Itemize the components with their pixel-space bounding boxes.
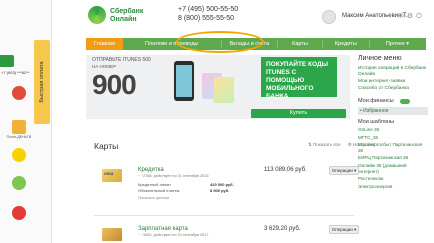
- template-item[interactable]: OnLine 36: [358, 127, 428, 133]
- link-history[interactable]: История операций в Сбербанк Онлайн: [358, 66, 428, 78]
- kv-label: Кредитный лимит: [138, 182, 171, 187]
- nav-item-credits[interactable]: Кредиты: [323, 38, 369, 50]
- banner-number: 900: [92, 69, 137, 100]
- card-operations-button[interactable]: Операции ▾: [329, 225, 359, 234]
- left-rail: +7 (903) ***62** Почта ДЕНЬГИ Быстрая оп…: [0, 0, 52, 243]
- banner-promo-text: ПОКУПАЙТЕ КОДЫ ITUNES С ПОМОЩЬЮ МОБИЛЬНО…: [261, 57, 337, 100]
- sberbank-logo-icon[interactable]: [88, 6, 106, 24]
- template-item[interactable]: МГТС_36: [358, 135, 428, 141]
- logo-text[interactable]: Сбербанк Онлайн: [110, 8, 143, 24]
- rail-tab[interactable]: [0, 55, 14, 67]
- card-balance: 3 629,20 руб.: [264, 226, 301, 232]
- provider-icon: [12, 86, 26, 100]
- rail-phone: +7 (903) ***62**: [1, 70, 30, 75]
- card-operations-button[interactable]: Операции ▾: [329, 166, 359, 175]
- promo-banner[interactable]: ОТПРАВЬТЕ ITUNES 500 НА НОМЕР 900 ПОКУПА…: [86, 55, 350, 119]
- finances-row: Мои финансы: [358, 98, 428, 104]
- finances-label: Мои финансы: [358, 98, 394, 104]
- divider: [94, 215, 354, 216]
- nav-item-home[interactable]: Главная: [86, 38, 123, 50]
- visa-card-icon[interactable]: VISA: [102, 169, 122, 182]
- cards-tools: ⇅ Показать все ⚙ Настройка: [302, 142, 375, 148]
- credit-limit-row: Кредитный лимит 420 000 руб.: [138, 182, 234, 187]
- quickpay-tab[interactable]: Быстрая оплата: [34, 40, 50, 124]
- provider-icon: [12, 120, 26, 134]
- card-name[interactable]: Зарплатная карта: [138, 226, 188, 232]
- template-item[interactable]: Ростелеком: [358, 176, 428, 182]
- card-name[interactable]: Кредитка: [138, 167, 164, 173]
- card-subtitle: ····2768, действует по 01 сентября 2015: [138, 174, 209, 178]
- card-balance: 113 089,06 руб.: [264, 167, 307, 173]
- link-requests[interactable]: Мои интернет-заявки: [358, 79, 428, 85]
- mail-icon[interactable]: ✉: [398, 13, 404, 20]
- template-item[interactable]: Онлайм 36 (домашний интернет): [358, 163, 428, 174]
- rail-item-4[interactable]: [6, 176, 32, 190]
- gear-icon[interactable]: ⚙: [407, 13, 413, 20]
- contact-phones: +7 (495) 500-55-50 8 (800) 555-55-50: [178, 5, 238, 23]
- kv-label: Обязательный платеж: [138, 188, 180, 193]
- card-subtitle: ····3450, действует по 20 сентября 2017: [138, 233, 209, 237]
- rail-item-3[interactable]: [6, 148, 32, 162]
- favorites-item[interactable]: • Избранное: [358, 107, 428, 115]
- settings-link[interactable]: ⚙ Настройка: [348, 142, 375, 147]
- template-item[interactable]: Электроэнергия: [358, 184, 428, 190]
- template-item[interactable]: ЕИРЦ Партизанская 36: [358, 155, 428, 161]
- provider-icon: [12, 176, 26, 190]
- phone-screen: [176, 65, 192, 97]
- rail-item-5[interactable]: [6, 206, 32, 220]
- provider-icon: [12, 148, 26, 162]
- operations-label: Операции: [331, 168, 353, 173]
- nav-item-cards[interactable]: Карты: [278, 38, 322, 50]
- show-details-link[interactable]: Показать детали: [138, 195, 169, 200]
- phone-1: +7 (495) 500-55-50: [178, 6, 239, 13]
- rail-item-label: Почта ДЕНЬГИ: [6, 135, 32, 139]
- header: Сбербанк Онлайн +7 (495) 500-55-50 8 (80…: [52, 0, 434, 36]
- buy-button[interactable]: Купить: [251, 109, 346, 118]
- logo-line2: Онлайн: [110, 16, 137, 23]
- payments-highlight-ellipse: [176, 31, 264, 53]
- show-all-link[interactable]: ⇅ Показать все: [308, 142, 341, 147]
- rail-item-1[interactable]: [6, 86, 32, 100]
- cards-title: Карты: [94, 141, 119, 151]
- nav-item-other[interactable]: Прочее ▾: [370, 38, 417, 50]
- page: Сбербанк Онлайн +7 (495) 500-55-50 8 (80…: [52, 0, 434, 243]
- logo-line1: Сбербанк: [110, 8, 144, 15]
- kv-value: 420 000 руб.: [210, 182, 234, 187]
- personal-menu: Личное меню История операций в Сбербанк …: [358, 55, 428, 189]
- rail-item-2[interactable]: Почта ДЕНЬГИ: [6, 120, 32, 139]
- provider-icon: [12, 206, 26, 220]
- personal-menu-title: Личное меню: [358, 55, 402, 62]
- logout-icon[interactable]: ⏻: [416, 13, 422, 20]
- finances-toggle[interactable]: [399, 98, 410, 104]
- avatar[interactable]: [322, 10, 336, 24]
- mandatory-payment-row: Обязательный платеж 8 000 руб.: [138, 188, 229, 193]
- itunes-card-image: [214, 77, 234, 103]
- operations-label: Операции: [331, 227, 353, 232]
- templates-title: Мои шаблоны: [358, 119, 394, 125]
- quickpay-label: Быстрая оплата: [39, 61, 45, 103]
- banner-line1: ОТПРАВЬТЕ ITUNES 500: [92, 57, 151, 63]
- link-spasibo[interactable]: Спасибо от Сбербанка: [358, 86, 428, 92]
- phone-2: 8 (800) 555-55-50: [178, 15, 235, 22]
- user-actions: ✉ ⚙ ⏻: [398, 12, 425, 21]
- salary-card-icon[interactable]: [102, 228, 122, 241]
- kv-value: 8 000 руб.: [210, 188, 230, 193]
